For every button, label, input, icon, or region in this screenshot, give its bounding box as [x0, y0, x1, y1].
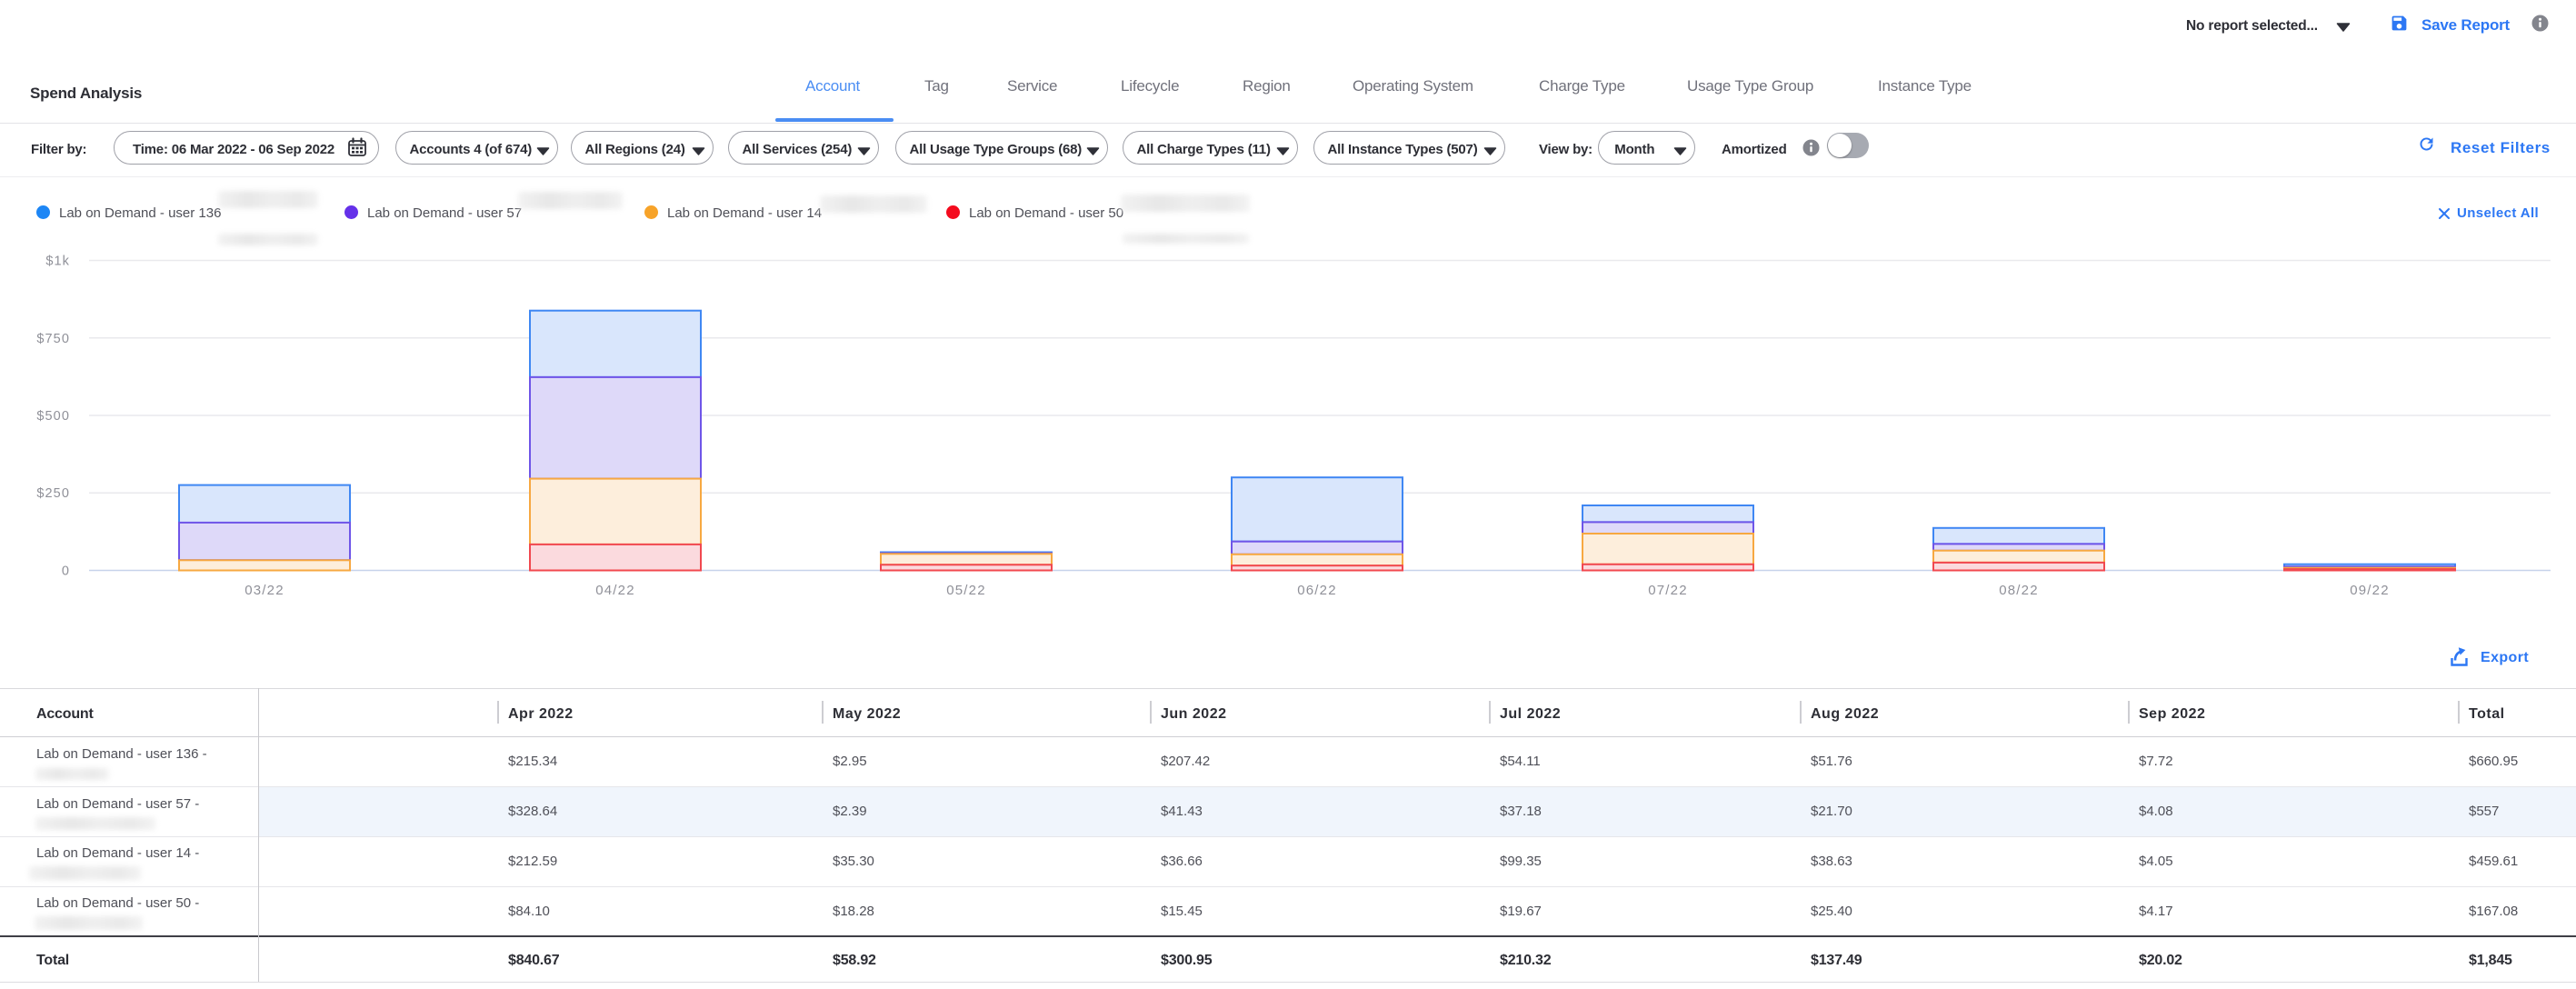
svg-text:07/22: 07/22 [1648, 583, 1688, 598]
svg-text:05/22: 05/22 [946, 583, 986, 598]
svg-text:09/22: 09/22 [2350, 583, 2390, 598]
svg-text:04/22: 04/22 [595, 583, 635, 598]
svg-text:$1k: $1k [45, 255, 70, 269]
svg-text:$500: $500 [36, 409, 70, 424]
svg-text:06/22: 06/22 [1297, 583, 1337, 598]
svg-text:08/22: 08/22 [1999, 583, 2039, 598]
svg-text:$250: $250 [36, 486, 70, 501]
svg-text:$750: $750 [36, 332, 70, 346]
svg-text:0: 0 [62, 564, 70, 579]
svg-text:03/22: 03/22 [245, 583, 285, 598]
